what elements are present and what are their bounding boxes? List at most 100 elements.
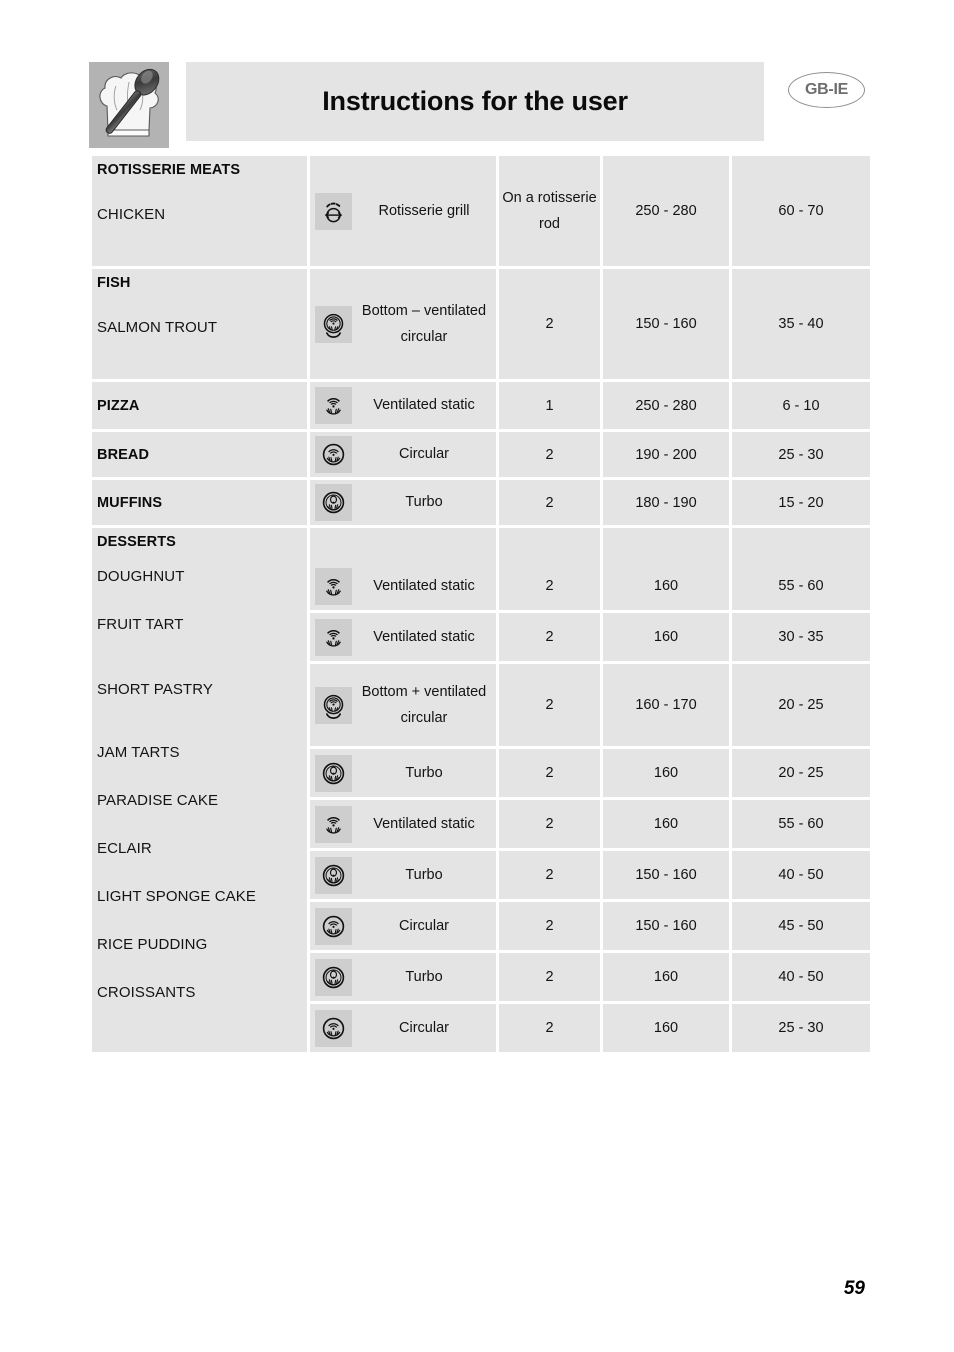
time-cell: 35 - 40 bbox=[732, 266, 870, 379]
group-heading: PIZZA bbox=[97, 397, 140, 414]
time-cell-spacer bbox=[732, 525, 870, 562]
table-row: DESSERTS DOUGHNUT FRUIT TART SHORT PASTR… bbox=[92, 525, 870, 1052]
turbo-icon bbox=[315, 754, 352, 792]
function-cell: Turbo bbox=[310, 950, 496, 1001]
function-cell: Bottom – ventilated circular bbox=[310, 266, 496, 379]
group-heading: BREAD bbox=[97, 446, 150, 463]
time-cell: 40 - 50 bbox=[732, 848, 870, 899]
time-cell: 15 - 20 bbox=[732, 477, 870, 525]
temperature-value: 250 - 280 bbox=[635, 203, 697, 219]
temperature-cell: 160 bbox=[603, 797, 729, 848]
function-cell: Circular bbox=[310, 429, 496, 477]
food-name: RICE PUDDING bbox=[97, 936, 208, 953]
temperature-cell: 160 - 170 bbox=[603, 661, 729, 746]
level-cell: 1 bbox=[499, 379, 600, 429]
temperature-value: 180 - 190 bbox=[635, 494, 697, 511]
level-value: 2 bbox=[545, 578, 554, 594]
temperature-cell: 160 bbox=[603, 1001, 729, 1052]
function-label: Ventilated static bbox=[373, 628, 475, 645]
food-name: PARADISE CAKE bbox=[97, 792, 219, 809]
time-cell: 55 - 60 bbox=[732, 797, 870, 848]
temperature-cell: 250 - 280 bbox=[603, 156, 729, 266]
food-name: DOUGHNUT bbox=[97, 568, 185, 585]
level-value: 2 bbox=[545, 816, 554, 832]
temperature-cell: 150 - 160 bbox=[603, 848, 729, 899]
food-name: CROISSANTS bbox=[97, 984, 196, 1001]
function-label: Circular bbox=[399, 446, 449, 463]
table-row: ROTISSERIE MEATS CHICKEN Rotisserie gril… bbox=[92, 156, 870, 266]
time-value: 15 - 20 bbox=[778, 494, 824, 511]
temperature-cell: 250 - 280 bbox=[603, 379, 729, 429]
level-cell: 2 bbox=[499, 950, 600, 1001]
temperature-value: 190 - 200 bbox=[635, 446, 697, 463]
temperature-cell: 160 bbox=[603, 610, 729, 661]
time-value: 30 - 35 bbox=[778, 629, 824, 645]
level-cell: 2 bbox=[499, 1001, 600, 1052]
function-label: Bottom – ventilated circular bbox=[361, 302, 487, 345]
level-cell: 2 bbox=[499, 661, 600, 746]
language-badge: GB-IE bbox=[788, 72, 865, 108]
level-value: 2 bbox=[545, 629, 554, 645]
level-value: 2 bbox=[545, 969, 554, 985]
page-title: Instructions for the user bbox=[322, 86, 628, 116]
level-cell: 2 bbox=[499, 746, 600, 797]
time-cell: 45 - 50 bbox=[732, 899, 870, 950]
chef-hat-spoon-logo bbox=[89, 62, 169, 148]
food-name: CHICKEN bbox=[97, 206, 166, 223]
group-heading: DESSERTS bbox=[97, 534, 176, 550]
time-cell: 25 - 30 bbox=[732, 429, 870, 477]
temperature-value: 160 bbox=[653, 765, 679, 781]
function-cell: Circular bbox=[310, 1001, 496, 1052]
function-cell: Turbo bbox=[310, 746, 496, 797]
page-number: 59 bbox=[843, 1278, 865, 1299]
turbo-icon bbox=[315, 856, 352, 894]
food-name: ECLAIR bbox=[97, 840, 152, 857]
ventilated-static-icon bbox=[315, 618, 352, 656]
food-cell-muffins: MUFFINS bbox=[92, 477, 307, 525]
level-value: 2 bbox=[545, 697, 554, 713]
food-cell-desserts: DESSERTS DOUGHNUT FRUIT TART SHORT PASTR… bbox=[92, 525, 307, 1052]
ventilated-static-icon bbox=[315, 387, 352, 424]
level-cell: 2 bbox=[499, 429, 600, 477]
time-cell: 6 - 10 bbox=[732, 379, 870, 429]
function-cell: Ventilated static bbox=[310, 562, 496, 610]
bottom-ventilated-circular-icon bbox=[315, 305, 352, 343]
function-label: Ventilated static bbox=[373, 815, 475, 832]
level-value: 2 bbox=[545, 316, 554, 332]
food-cell-bread: BREAD bbox=[92, 429, 307, 477]
group-heading: ROTISSERIE MEATS bbox=[97, 162, 241, 178]
level-value: 2 bbox=[545, 918, 554, 934]
level-cell: 2 bbox=[499, 797, 600, 848]
food-name: SHORT PASTRY bbox=[97, 681, 213, 698]
temperature-cell-spacer bbox=[603, 525, 729, 562]
time-cell: 55 - 60 bbox=[732, 562, 870, 610]
temperature-value: 160 - 170 bbox=[635, 697, 697, 713]
function-label: Circular bbox=[399, 917, 449, 934]
level-value: On a rotisserie rod bbox=[502, 189, 597, 232]
table-row: PIZZA Ventilated static 1 250 - 280 6 - … bbox=[92, 379, 870, 429]
turbo-icon bbox=[315, 484, 352, 521]
temperature-cell: 180 - 190 bbox=[603, 477, 729, 525]
temperature-value: 160 bbox=[653, 969, 679, 985]
group-heading: MUFFINS bbox=[97, 494, 163, 511]
time-value: 20 - 25 bbox=[778, 697, 824, 713]
level-cell: 2 bbox=[499, 266, 600, 379]
food-name: JAM TARTS bbox=[97, 744, 180, 761]
function-cell: Circular bbox=[310, 899, 496, 950]
function-label: Ventilated static bbox=[373, 397, 475, 414]
function-cell: Ventilated static bbox=[310, 610, 496, 661]
ventilated-static-icon bbox=[315, 805, 352, 843]
temperature-value: 160 bbox=[653, 816, 679, 832]
food-name: LIGHT SPONGE CAKE bbox=[97, 888, 256, 905]
time-value: 55 - 60 bbox=[778, 816, 824, 832]
food-name: FRUIT TART bbox=[97, 616, 184, 633]
circular-icon bbox=[315, 1009, 352, 1047]
time-cell: 20 - 25 bbox=[732, 661, 870, 746]
food-cell-fish: FISH SALMON TROUT bbox=[92, 266, 307, 379]
function-cell: Bottom + ventilated circular bbox=[310, 661, 496, 746]
function-label: Turbo bbox=[405, 866, 443, 883]
circular-icon bbox=[315, 436, 352, 473]
time-cell: 40 - 50 bbox=[732, 950, 870, 1001]
temperature-value: 160 bbox=[653, 629, 679, 645]
function-label: Ventilated static bbox=[373, 577, 475, 594]
